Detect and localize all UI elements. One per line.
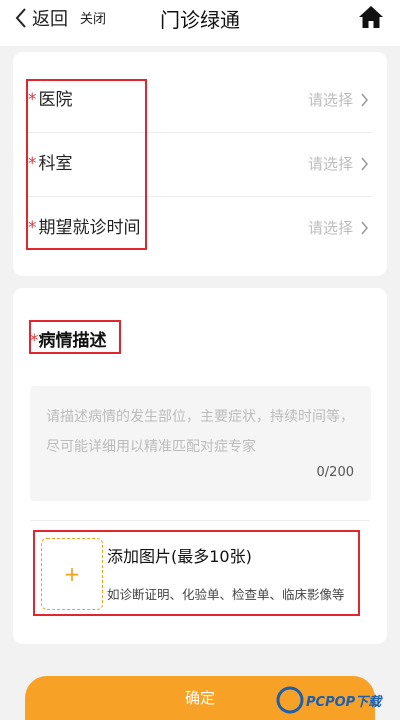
chevron-right-icon — [361, 221, 368, 235]
hospital-label: * 医院 — [28, 90, 73, 110]
description-title: *病情描述 — [30, 331, 107, 351]
home-icon[interactable] — [358, 4, 384, 30]
chevron-right-icon — [361, 93, 368, 107]
page-title: 门诊绿通 — [160, 8, 240, 32]
upload-title: 添加图片(最多10张) — [107, 547, 252, 566]
section-divider — [30, 520, 370, 521]
description-textarea[interactable] — [30, 386, 371, 501]
nav-bar: 返回 关闭 门诊绿通 — [0, 0, 400, 46]
visit-time-value: 请选择 — [307, 219, 353, 237]
watermark: PCPOP下载 — [276, 686, 381, 714]
department-label: * 科室 — [28, 154, 73, 174]
plus-icon: + — [63, 562, 81, 586]
hospital-row[interactable]: * 医院 请选择 — [13, 68, 387, 132]
pcpop-logo-icon — [276, 686, 304, 714]
department-value: 请选择 — [307, 155, 353, 173]
description-card: *病情描述 0/200 + 添加图片(最多10张) 如诊断证明、化验单、检查单、… — [13, 288, 387, 644]
add-image-button[interactable]: + — [41, 538, 103, 610]
visit-time-label: * 期望就诊时间 — [28, 218, 141, 238]
upload-hint: 如诊断证明、化验单、检查单、临床影像等 — [107, 587, 345, 602]
char-counter: 0/200 — [316, 465, 354, 480]
required-mark: * — [28, 154, 37, 174]
department-row[interactable]: * 科室 请选择 — [13, 132, 387, 196]
required-mark: * — [28, 90, 37, 110]
visit-time-row[interactable]: * 期望就诊时间 请选择 — [13, 196, 387, 260]
chevron-right-icon — [361, 157, 368, 171]
required-mark: * — [28, 218, 37, 238]
required-mark: * — [30, 331, 39, 351]
selection-card: * 医院 请选择 * 科室 请选择 * 期望就诊时间 请选择 — [13, 52, 387, 276]
hospital-value: 请选择 — [307, 91, 353, 109]
watermark-text: PCPOP下载 — [306, 694, 382, 710]
